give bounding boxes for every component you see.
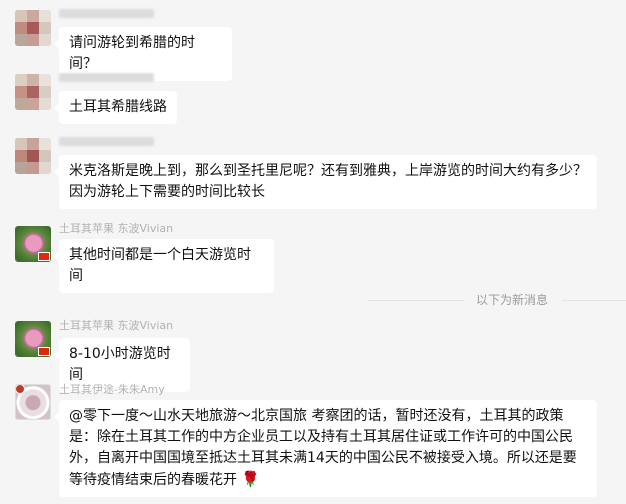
sender-name (59, 70, 154, 83)
message-bubble[interactable]: 米克洛斯是晚上到，那么到圣托里尼呢？还有到雅典，上岸游览的时间大约有多少？因为游… (54, 155, 597, 209)
message-bubble[interactable]: @零下一度～山水天地旅游～北京国旅 考察团的话，暂时还没有，土耳其的政策是：除在… (54, 400, 597, 497)
rose-icon: 🌹 (241, 470, 260, 488)
avatar[interactable] (15, 321, 51, 357)
sender-name: 土耳其伊途-朱朱Amy (59, 383, 165, 396)
divider-label: 以下为新消息 (476, 293, 549, 307)
sender-name: 土耳其苹果 东波Vivian (59, 319, 174, 332)
sender-name (59, 134, 154, 147)
avatar[interactable] (15, 74, 51, 110)
message-bubble[interactable]: 其他时间都是一个白天游览时间 (54, 239, 274, 293)
avatar[interactable] (15, 138, 51, 174)
avatar[interactable] (15, 10, 51, 46)
avatar[interactable] (15, 226, 51, 262)
message-text: @零下一度～山水天地旅游～北京国旅 考察团的话，暂时还没有，土耳其的政策是：除在… (69, 408, 577, 488)
sender-name: 土耳其苹果 东波Vivian (59, 222, 174, 235)
new-messages-divider: 以下为新消息 (0, 293, 626, 307)
message-bubble[interactable]: 土耳其希腊线路 (54, 91, 177, 124)
sender-name (59, 6, 154, 19)
avatar[interactable] (15, 384, 51, 420)
china-flag-icon (38, 252, 50, 261)
badge-icon (16, 385, 25, 394)
china-flag-icon (38, 347, 50, 356)
